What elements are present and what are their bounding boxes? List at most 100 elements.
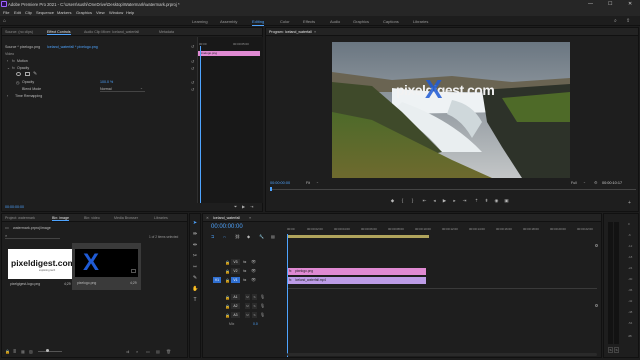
home-icon[interactable]: ⌂ (3, 18, 9, 24)
program-video-frame[interactable]: pixelgigest.com X (332, 42, 570, 178)
solo-button[interactable]: S (252, 294, 257, 300)
solo-left-button[interactable]: S (608, 347, 613, 353)
eye-icon[interactable]: 👁 (251, 277, 256, 282)
fx-time-remap-toggle-icon[interactable]: › (7, 94, 8, 98)
lift-icon[interactable]: ⇡ (474, 198, 479, 203)
lock-icon[interactable]: 🔒 (225, 278, 230, 283)
list-view-icon[interactable]: ≣ (13, 349, 16, 354)
solo-right-button[interactable]: S (614, 347, 619, 353)
workspace-audio[interactable]: Audio (330, 19, 340, 24)
tab-project[interactable]: Project: watermark (5, 216, 35, 220)
close-button[interactable]: ✕ (628, 1, 632, 7)
tab-bin-image[interactable]: Bin: image (52, 216, 69, 221)
tab-source[interactable]: Source: (no clips) (5, 30, 33, 34)
menu-icon[interactable]: ≡ (314, 30, 316, 34)
bin-item[interactable]: pixeldigest.com exploring tech pixelgige… (8, 249, 75, 287)
minimize-button[interactable]: — (588, 1, 593, 7)
tab-audio-clip-mixer[interactable]: Audio Clip Mixer: Iceland_waterfall (84, 30, 139, 34)
mute-button[interactable]: M (245, 303, 250, 309)
mix-value[interactable]: 0.0 (253, 322, 258, 326)
comparison-view-icon[interactable]: ▣ (504, 198, 509, 203)
effect-mini-timeline[interactable]: 00:00 00:00:05:00 pixelogo.png (197, 37, 263, 203)
menu-edit[interactable]: Edit (14, 10, 21, 15)
selection-tool-icon[interactable]: ➤ (192, 220, 198, 226)
filter-icon[interactable]: ⏷ (234, 204, 237, 209)
zoom-slider-handle[interactable] (46, 349, 49, 352)
add-marker-icon[interactable]: ◆ (247, 234, 250, 239)
type-tool-icon[interactable]: T (192, 297, 198, 303)
play-icon[interactable]: ▶ (242, 204, 245, 209)
extract-icon[interactable]: ⇞ (484, 198, 489, 203)
lock-icon[interactable]: 🔒 (225, 260, 230, 265)
opacity-stopwatch-icon[interactable]: ◷ (16, 80, 20, 85)
menu-markers[interactable]: Markers (57, 10, 71, 15)
new-bin-icon[interactable]: ▭ (146, 349, 150, 354)
track-label[interactable]: V2 (231, 268, 240, 274)
clip-pixelogo[interactable]: fx pixelogo.png (287, 268, 426, 275)
blend-mode-dropdown[interactable]: Normal ⌄ (100, 86, 145, 92)
timeline-ruler[interactable]: 00:00 00:00:02:00 00:00:04:00 00:00:06:0… (287, 224, 597, 242)
fx-opacity-toggle-icon[interactable]: ⌄ (7, 66, 10, 70)
reset-icon[interactable]: ↺ (191, 44, 194, 49)
menu-graphics[interactable]: Graphics (76, 10, 92, 15)
fit-dropdown[interactable]: Fit ⌄ (306, 180, 322, 186)
quality-dropdown[interactable]: Full ⌄ (571, 180, 589, 186)
mute-button[interactable]: M (245, 294, 250, 300)
sync-lock-icon[interactable]: ⇆ (243, 259, 246, 264)
trash-icon[interactable]: 🗑 (166, 349, 171, 354)
menu-view[interactable]: View (96, 10, 105, 15)
horizontal-scrollbar[interactable] (287, 353, 597, 356)
opacity-value[interactable]: 100.0 % (100, 80, 113, 84)
export-icon[interactable]: ⇥ (250, 204, 253, 209)
pen-mask-icon[interactable]: ✎ (33, 71, 37, 77)
mark-out-icon[interactable]: } (410, 198, 415, 203)
lock-icon[interactable]: 🔒 (225, 313, 230, 318)
step-forward-icon[interactable]: ▸ (452, 198, 457, 203)
zoom-slider[interactable] (38, 351, 62, 352)
mark-in-icon[interactable]: { (400, 198, 405, 203)
tab-sequence[interactable]: Iceland_waterfall (213, 216, 240, 220)
workspace-captions[interactable]: Captions (383, 19, 399, 24)
settings-icon[interactable]: ⚙ (594, 180, 598, 185)
workspace-libraries[interactable]: Libraries (413, 19, 428, 24)
track-label[interactable]: A1 (231, 294, 240, 300)
workspace-editing[interactable]: Editing (252, 19, 265, 26)
sync-lock-icon[interactable]: ⇆ (243, 268, 246, 273)
fx-motion-toggle-icon[interactable]: › (7, 59, 8, 63)
icon-view-icon[interactable]: ▦ (21, 349, 25, 354)
hand-tool-icon[interactable]: ✋ (192, 286, 198, 292)
go-to-in-icon[interactable]: ⇤ (422, 198, 427, 203)
export-frame-icon[interactable]: ◉ (494, 198, 499, 203)
new-item-icon[interactable]: ▤ (156, 349, 160, 354)
menu-clip[interactable]: Clip (25, 10, 32, 15)
reset-icon[interactable]: ↺ (191, 87, 194, 92)
track-label[interactable]: V3 (231, 259, 240, 265)
add-button-icon[interactable]: + (628, 200, 631, 206)
clip-iceland-waterfall[interactable]: fx Iceland_waterfall.mp4 (287, 277, 426, 284)
reset-icon[interactable]: ↺ (191, 80, 194, 85)
eye-icon[interactable]: 👁 (251, 259, 256, 264)
captions-icon[interactable]: ▤ (271, 234, 275, 239)
linked-selection-icon[interactable]: ⛓ (235, 234, 240, 239)
tab-program[interactable]: Program: Iceland_waterfall (269, 30, 312, 34)
workspace-assembly[interactable]: Assembly (220, 19, 237, 24)
workspace-color[interactable]: Color (280, 19, 290, 24)
effect-timecode[interactable]: 00:00:00:00 (5, 205, 24, 209)
workspace-graphics[interactable]: Graphics (353, 19, 369, 24)
time-remapping[interactable]: Time Remapping (15, 94, 42, 98)
track-label[interactable]: A2 (231, 303, 240, 309)
menu-icon[interactable]: ≡ (249, 216, 251, 220)
program-playhead[interactable] (270, 187, 272, 191)
share-icon[interactable]: ⇪ (626, 18, 630, 24)
program-scrubber[interactable] (270, 189, 636, 190)
tab-libraries[interactable]: Libraries (154, 216, 168, 220)
pen-tool-icon[interactable]: ✎ (192, 275, 198, 281)
timeline-timecode[interactable]: 00:00:00:00 (211, 224, 243, 230)
scroll-handle[interactable] (595, 244, 598, 247)
watermark-overlay[interactable]: pixelgigest.com X (396, 74, 506, 116)
play-icon[interactable]: ▶ (442, 198, 447, 203)
lock-icon[interactable]: 🔒 (225, 295, 230, 300)
sequence-clip-label[interactable]: Iceland_waterfall * pixelogo.png (47, 45, 98, 49)
add-marker-icon[interactable]: ◆ (390, 198, 395, 203)
menu-file[interactable]: File (3, 10, 9, 15)
